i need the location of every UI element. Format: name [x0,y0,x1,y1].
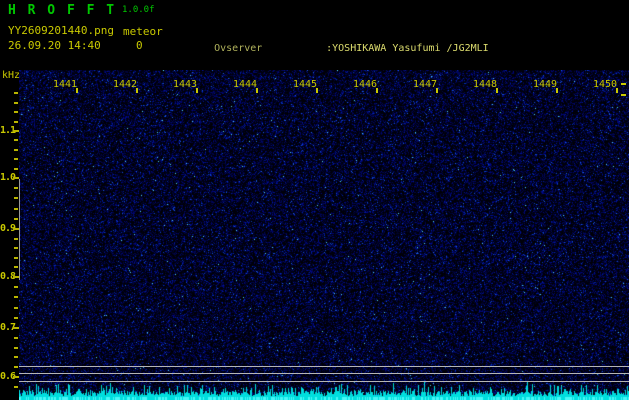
minute-tick [436,88,438,93]
freq-minor-tick [14,158,18,160]
spectrogram-plot: 1441 1442 1443 1444 1445 1446 1447 1448 1449 1450 [19,70,629,400]
time-label: 1445 [283,79,327,93]
output-filename: YY2609201440.png [8,24,114,37]
minute-tick [136,88,138,93]
mode-label: meteor [123,25,163,38]
hrofft-window: H R O F F T 1.0.0f YY2609201440.png mete… [0,0,629,400]
freq-minor-tick [14,102,18,104]
freq-minor-tick [14,121,18,123]
minute-tick [316,88,318,93]
station-row: Ovserver :YOSHIKAWA Yasufumi /JG2MLI [178,29,609,68]
freq-minor-tick [14,168,18,170]
freq-minor-tick [14,238,18,240]
time-label: 1446 [343,79,387,93]
time-label: 1441 [43,79,87,93]
minute-tick [556,88,558,93]
freq-minor-tick [14,197,18,199]
freq-minor-tick [14,218,18,220]
reference-line [19,366,629,367]
calibration-bar [19,179,20,280]
app-version: 1.0.0f [122,5,155,15]
minute-tick [496,88,498,93]
reference-line [19,373,629,374]
freq-minor-tick [14,317,18,319]
freq-minor-tick [14,266,18,268]
time-label: 1443 [163,79,207,93]
minute-tick [196,88,198,93]
freq-minor-tick [14,296,18,298]
freq-minor-tick [14,386,18,388]
freq-major-tick [13,177,19,179]
app-title: H R O F F T [8,3,117,18]
freq-minor-tick [14,208,18,210]
freq-minor-tick [14,149,18,151]
minute-tick [76,88,78,93]
time-label: 1449 [523,79,567,93]
freq-major-tick [13,327,19,329]
freq-minor-tick [14,356,18,358]
freq-major-tick [13,376,19,378]
time-label: 1444 [223,79,267,93]
freq-minor-tick [14,257,18,259]
freq-major-tick [13,228,19,230]
freq-minor-tick [14,307,18,309]
echo-count: 0 [136,39,143,52]
minute-tick [616,88,618,93]
minute-tick [376,88,378,93]
freq-minor-tick [14,111,18,113]
signal-level-strip [19,382,629,400]
freq-minor-tick [14,286,18,288]
edge-tick [621,83,626,85]
minute-tick [256,88,258,93]
freq-minor-tick [14,247,18,249]
freq-minor-tick [14,347,18,349]
station-row-label: Ovserver [214,43,263,54]
frequency-axis-unit: kHz [2,70,21,81]
freq-major-tick [13,276,19,278]
time-label: 1447 [403,79,447,93]
edge-tick [621,94,626,96]
timestamp: 26.09.20 14:40 [8,39,101,52]
freq-minor-tick [14,139,18,141]
freq-minor-tick [14,366,18,368]
freq-minor-tick [14,92,18,94]
noise-spectrogram-canvas [19,70,629,400]
time-label: 1448 [463,79,507,93]
freq-minor-tick [14,187,18,189]
freq-major-tick [13,130,19,132]
time-label: 1442 [103,79,147,93]
station-row-value: :YOSHIKAWA Yasufumi /JG2MLI [326,43,489,54]
freq-minor-tick [14,337,18,339]
